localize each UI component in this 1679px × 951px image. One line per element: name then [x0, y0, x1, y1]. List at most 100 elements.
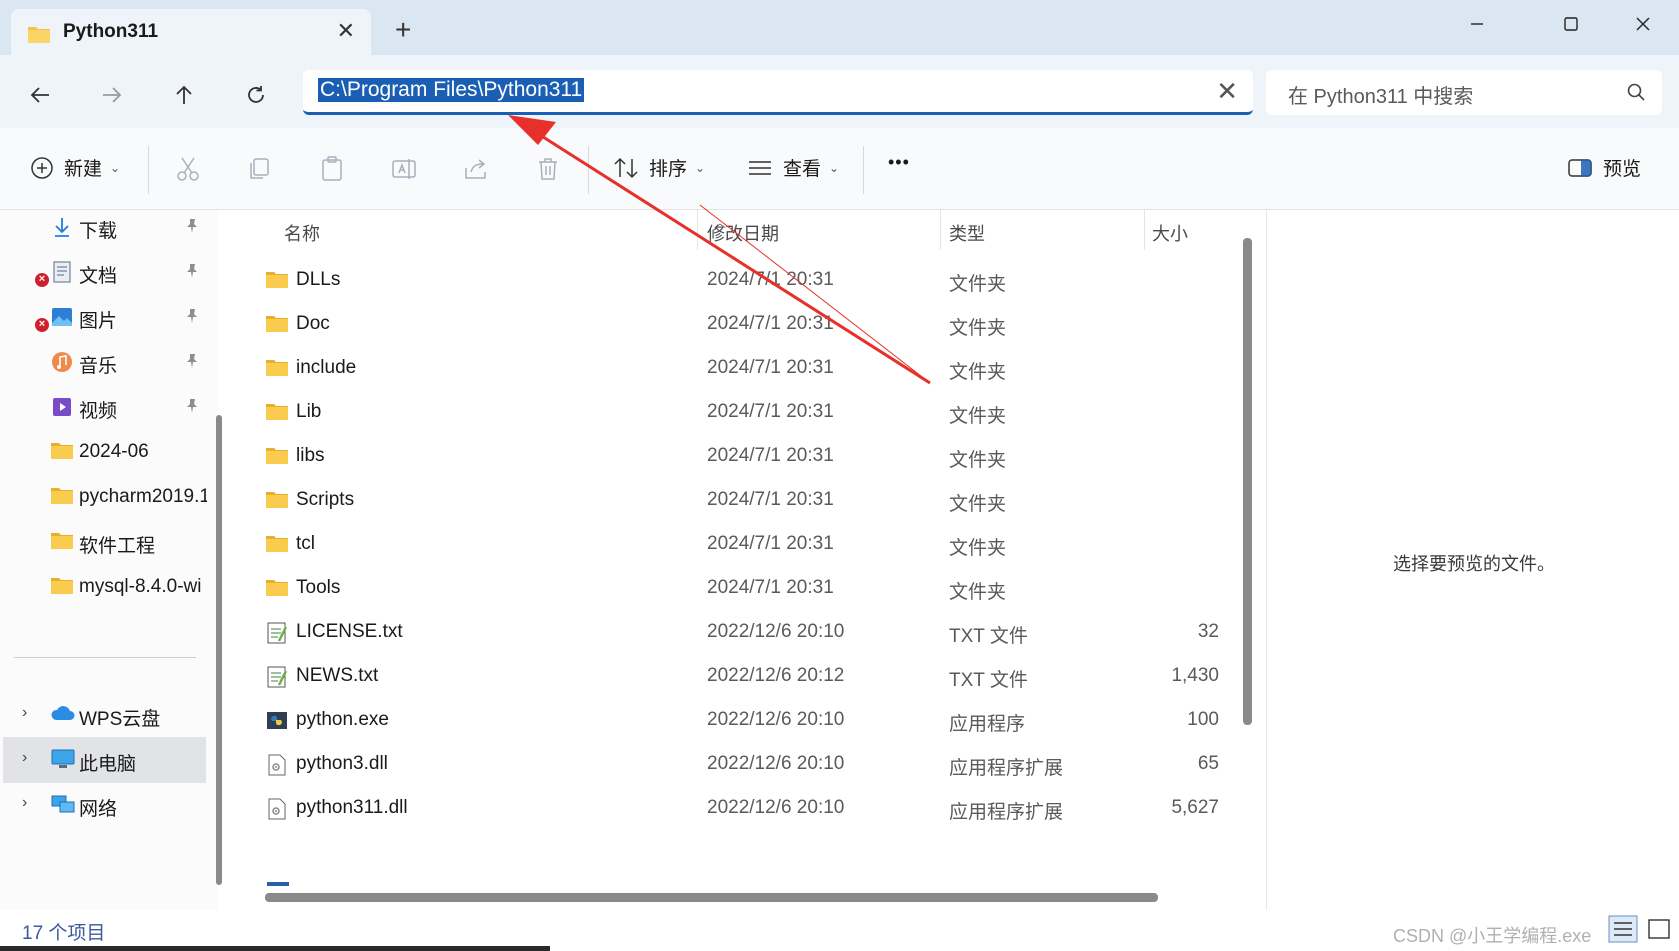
- up-button[interactable]: [164, 75, 204, 115]
- file-size: 5,627: [1171, 797, 1219, 818]
- minimize-button[interactable]: [1447, 6, 1507, 42]
- sidebar-item-label: 2024-06: [79, 441, 149, 462]
- more-options-button[interactable]: •••: [888, 152, 910, 173]
- more-icon: •••: [888, 152, 910, 172]
- sidebar-item[interactable]: × 文档: [0, 249, 206, 295]
- sidebar-location-item[interactable]: › WPS云盘: [3, 692, 206, 738]
- column-header-size[interactable]: 大小: [1152, 220, 1188, 246]
- clear-address-icon[interactable]: ✕: [1216, 76, 1238, 107]
- new-tab-button[interactable]: +: [395, 16, 411, 44]
- column-header-type[interactable]: 类型: [949, 220, 985, 246]
- file-row[interactable]: python3.dll 2022/12/6 20:10 应用程序扩展 65: [232, 742, 1224, 786]
- sidebar-item[interactable]: × 图片: [0, 294, 206, 340]
- search-input[interactable]: 在 Python311 中搜索: [1288, 80, 1473, 109]
- file-list-horizontal-scrollbar[interactable]: [265, 893, 1158, 902]
- pin-icon[interactable]: [184, 307, 200, 331]
- file-type: 文件夹: [949, 274, 1007, 295]
- back-button[interactable]: [20, 75, 60, 115]
- file-name: DLLs: [296, 269, 341, 290]
- forward-button[interactable]: [92, 75, 132, 115]
- file-row[interactable]: LICENSE.txt 2022/12/6 20:10 TXT 文件 32: [232, 610, 1224, 654]
- sidebar-item[interactable]: 音乐: [0, 339, 206, 385]
- file-row[interactable]: Doc 2024/7/1 20:31 文件夹: [232, 302, 1224, 346]
- address-input[interactable]: C:\Program Files\Python311: [318, 78, 585, 102]
- chevron-right-icon[interactable]: ›: [22, 749, 27, 767]
- file-type: 文件夹: [949, 582, 1007, 603]
- sidebar-location-item[interactable]: › 网络: [3, 782, 206, 828]
- file-row[interactable]: Tools 2024/7/1 20:31 文件夹: [232, 566, 1224, 610]
- file-type: 文件夹: [949, 406, 1007, 427]
- search-box[interactable]: 在 Python311 中搜索: [1266, 70, 1662, 115]
- file-row[interactable]: python311.dll 2022/12/6 20:10 应用程序扩展 5,627: [232, 786, 1224, 830]
- address-bar[interactable]: C:\Program Files\Python311 ✕: [303, 70, 1253, 115]
- paste-icon[interactable]: [317, 154, 347, 184]
- sidebar-item[interactable]: pycharm2019.1: [0, 474, 207, 520]
- sidebar-item[interactable]: mysql-8.4.0-wi: [0, 564, 206, 610]
- close-window-button[interactable]: [1613, 6, 1673, 42]
- pin-icon[interactable]: [184, 352, 200, 376]
- view-list-icon: [749, 160, 771, 175]
- column-header-name[interactable]: 名称: [284, 220, 320, 246]
- arrow-up-icon: [176, 85, 192, 104]
- preview-pane-button[interactable]: 预览: [1567, 154, 1641, 181]
- sort-button[interactable]: 排序 ⌄: [613, 154, 705, 181]
- file-type: 应用程序: [949, 714, 1026, 735]
- toolbar-divider: [588, 146, 589, 194]
- file-type: 应用程序扩展: [949, 758, 1064, 779]
- file-row[interactable]: NEWS.txt 2022/12/6 20:12 TXT 文件 1,430: [232, 654, 1224, 698]
- file-list: ︿ 名称 修改日期 类型 大小 DLLs 2024/7/1 20:31 文件夹 Doc…: [232, 210, 1238, 910]
- dll-file-icon: [265, 797, 289, 820]
- file-size: 65: [1197, 753, 1219, 774]
- new-button-label: 新建: [64, 159, 103, 180]
- file-date: 2024/7/1 20:31: [707, 445, 834, 466]
- sidebar-item[interactable]: 软件工程: [0, 519, 206, 565]
- sidebar-item-label: 软件工程: [79, 536, 156, 557]
- rename-icon[interactable]: [389, 154, 419, 184]
- column-divider: [940, 210, 941, 250]
- file-name: Scripts: [296, 489, 355, 510]
- search-icon[interactable]: [1626, 82, 1646, 107]
- file-row[interactable]: Lib 2024/7/1 20:31 文件夹: [232, 390, 1224, 434]
- file-type: 文件夹: [949, 362, 1007, 383]
- view-button-label: 查看: [783, 159, 822, 180]
- file-row[interactable]: python.exe 2022/12/6 20:10 应用程序 100: [232, 698, 1224, 742]
- sidebar-scrollbar[interactable]: [216, 415, 222, 885]
- file-date: 2024/7/1 20:31: [707, 357, 834, 378]
- file-row[interactable]: tcl 2024/7/1 20:31 文件夹: [232, 522, 1224, 566]
- file-list-vertical-scrollbar[interactable]: [1243, 238, 1252, 725]
- pin-icon[interactable]: [184, 217, 200, 241]
- maximize-button[interactable]: [1541, 6, 1601, 42]
- sidebar-location-item[interactable]: › 此电脑: [3, 737, 206, 783]
- copy-icon[interactable]: [245, 154, 275, 184]
- file-row[interactable]: libs 2024/7/1 20:31 文件夹: [232, 434, 1224, 478]
- pin-icon[interactable]: [184, 262, 200, 286]
- large-icons-view-icon[interactable]: [1644, 915, 1674, 943]
- file-row[interactable]: include 2024/7/1 20:31 文件夹: [232, 346, 1224, 390]
- column-header-date[interactable]: 修改日期: [707, 220, 779, 246]
- command-bar: 新建 ⌄ 排序 ⌄ 查看 ⌄ ••• 预览: [0, 128, 1679, 210]
- file-row[interactable]: DLLs 2024/7/1 20:31 文件夹: [232, 258, 1224, 302]
- view-button[interactable]: 查看 ⌄: [747, 154, 839, 181]
- pin-icon[interactable]: [184, 397, 200, 421]
- file-row[interactable]: Scripts 2024/7/1 20:31 文件夹: [232, 478, 1224, 522]
- text-file-icon: [265, 665, 289, 688]
- dll-file-icon: [265, 753, 289, 776]
- cut-icon[interactable]: [173, 154, 203, 184]
- share-icon[interactable]: [461, 154, 491, 184]
- sidebar-item[interactable]: 下载: [0, 204, 206, 250]
- file-type: 文件夹: [949, 538, 1007, 559]
- sort-button-label: 排序: [649, 159, 688, 180]
- sidebar-item[interactable]: 2024-06: [0, 429, 206, 475]
- refresh-button[interactable]: [236, 75, 276, 115]
- sidebar-item[interactable]: 视频: [0, 384, 206, 430]
- tab-close-icon[interactable]: ✕: [337, 18, 355, 44]
- new-button[interactable]: 新建 ⌄: [30, 154, 120, 181]
- chevron-right-icon[interactable]: ›: [22, 794, 27, 812]
- chevron-right-icon[interactable]: ›: [22, 704, 27, 722]
- details-view-icon[interactable]: [1608, 915, 1638, 943]
- folder-icon: [265, 489, 289, 511]
- tab-python311[interactable]: Python311 ✕: [11, 9, 371, 55]
- file-date: 2024/7/1 20:31: [707, 533, 834, 554]
- file-type: TXT 文件: [949, 626, 1028, 647]
- delete-icon[interactable]: [533, 154, 563, 184]
